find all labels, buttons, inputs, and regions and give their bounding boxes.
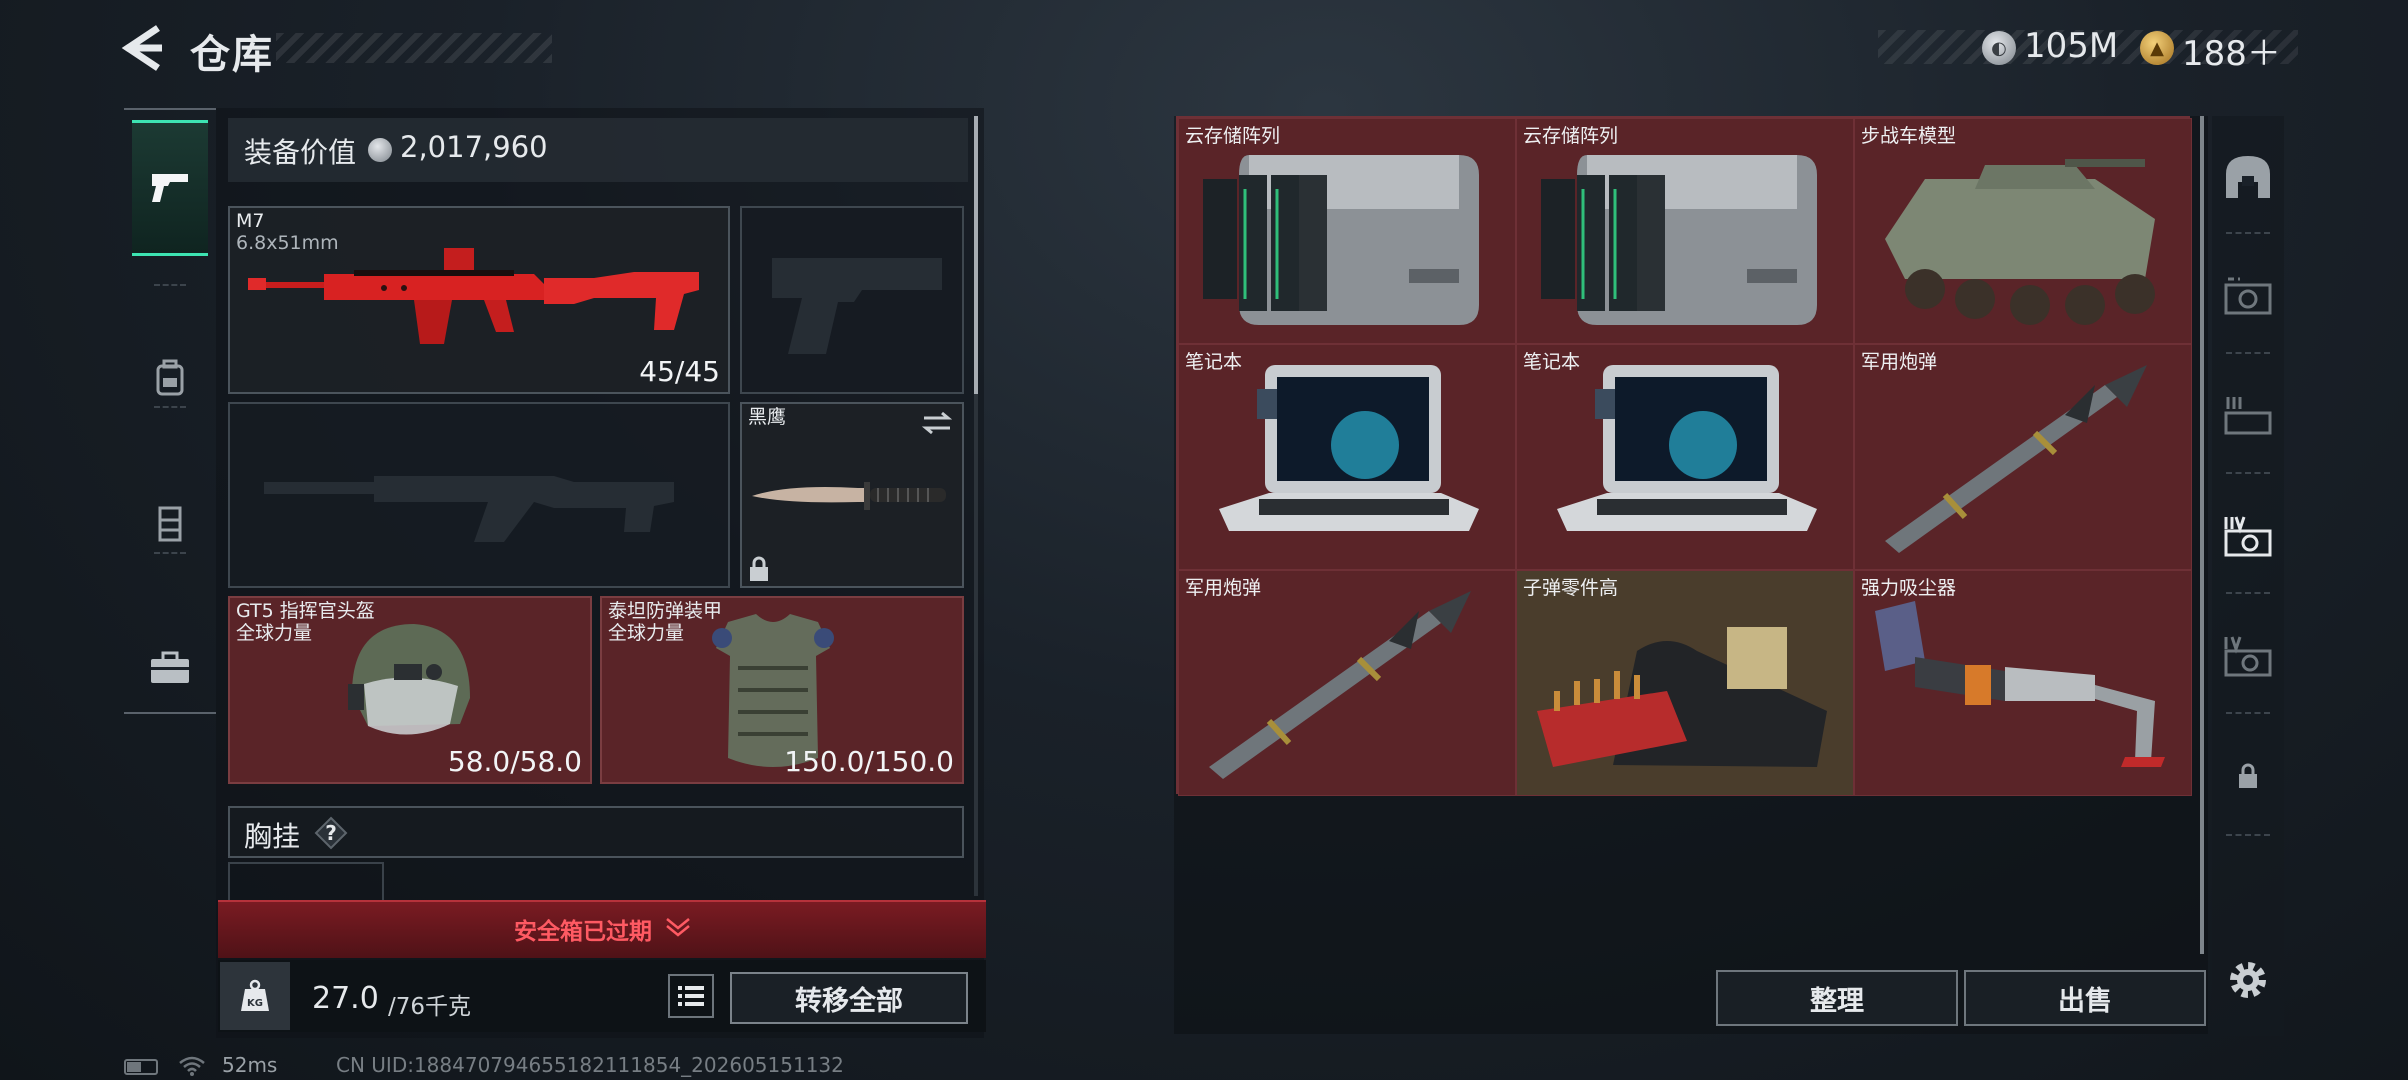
helmet-icon bbox=[348, 624, 470, 735]
storage-item-cloud-array[interactable]: 云存储阵列 bbox=[1178, 118, 1516, 344]
armored-vehicle-icon bbox=[1885, 159, 2155, 325]
silver-coin-icon bbox=[368, 138, 392, 162]
safebox-expired-text: 安全箱已过期 bbox=[514, 919, 652, 945]
armor-slot[interactable]: 泰坦防弹装甲 全球力量 150.0/150.0 bbox=[600, 596, 964, 784]
wifi-icon bbox=[179, 1056, 205, 1076]
missile-icon bbox=[1885, 365, 2147, 553]
lock-icon bbox=[750, 556, 768, 581]
svg-text:?: ? bbox=[325, 821, 337, 845]
weapon-name: M7 bbox=[236, 210, 265, 232]
weight-current: 27.0 bbox=[312, 981, 379, 1016]
tab-chest-rig[interactable] bbox=[132, 456, 208, 592]
pistol-silhouette-icon bbox=[772, 258, 942, 354]
gold-coin-icon: ▲ bbox=[2140, 31, 2174, 65]
laptop-icon bbox=[1219, 365, 1479, 531]
melee-name: 黑鹰 bbox=[748, 406, 787, 428]
swap-icon[interactable] bbox=[920, 410, 954, 436]
sell-button[interactable]: 出售 bbox=[1964, 970, 2206, 1026]
chest-rig-label: 胸挂 bbox=[244, 820, 301, 853]
chevron-down-icon[interactable] bbox=[664, 916, 692, 938]
svg-text:KG: KG bbox=[247, 998, 263, 1009]
title-decoration bbox=[276, 33, 552, 63]
premium-currency-amount[interactable]: 188＋ bbox=[2182, 26, 2281, 75]
storage-tab-locked[interactable] bbox=[2216, 744, 2280, 808]
sidearm-slot-empty[interactable] bbox=[740, 206, 964, 394]
storage-5-icon bbox=[2224, 636, 2272, 677]
tab-backpack[interactable] bbox=[132, 310, 208, 446]
vacuum-cleaner-icon bbox=[1875, 601, 2165, 767]
list-icon bbox=[678, 986, 704, 1006]
equipment-scroll-thumb[interactable] bbox=[974, 116, 978, 394]
server-icon bbox=[1203, 155, 1479, 325]
chest-rig-icon bbox=[158, 506, 182, 542]
briefcase-icon bbox=[151, 651, 189, 683]
storage-item-cloud-array[interactable]: 云存储阵列 bbox=[1516, 118, 1854, 344]
settings-gear-icon[interactable] bbox=[2220, 952, 2276, 1008]
chest-rig-slot[interactable] bbox=[228, 862, 384, 902]
equipment-value: 2,017,960 bbox=[400, 130, 548, 164]
helmet-faction: 全球力量 bbox=[236, 622, 313, 644]
coins-amount: 105M bbox=[2024, 26, 2119, 66]
battery-level bbox=[127, 1062, 141, 1072]
silver-coin-icon: ◐ bbox=[1982, 31, 2016, 65]
storage-item-laptop[interactable]: 笔记本 bbox=[1178, 344, 1516, 570]
storage-item-laptop[interactable]: 笔记本 bbox=[1516, 344, 1854, 570]
secondary-weapon-slot-empty[interactable] bbox=[228, 402, 730, 588]
helmet-durability: 58.0/58.0 bbox=[447, 745, 582, 778]
weight-icon: KG bbox=[220, 962, 290, 1030]
page-title: 仓库 bbox=[190, 32, 274, 78]
backpack-icon bbox=[156, 359, 184, 396]
storage-item-military-shell[interactable]: 军用炮弹 bbox=[1178, 570, 1516, 796]
armor-faction: 全球力量 bbox=[608, 622, 685, 644]
storage-item-military-shell[interactable]: 军用炮弹 bbox=[1854, 344, 2192, 570]
storage-tab-all[interactable] bbox=[2216, 146, 2280, 210]
storage-tabs bbox=[2212, 116, 2284, 1036]
melee-slot[interactable]: 黑鹰 bbox=[740, 402, 964, 588]
storage-item-vacuum[interactable]: 强力吸尘器 bbox=[1854, 570, 2192, 796]
server-icon bbox=[1541, 155, 1817, 325]
network-ping: 52ms bbox=[222, 1053, 278, 1077]
weapon-ammo: 45/45 bbox=[639, 355, 720, 388]
user-uid: CN UID:1884707946551821118​54_2026051511… bbox=[336, 1053, 844, 1077]
tab-briefcase[interactable] bbox=[132, 600, 208, 736]
transfer-all-button[interactable]: 转移全部 bbox=[730, 972, 968, 1024]
armor-name: 泰坦防弹装甲 bbox=[608, 600, 723, 622]
rifle-icon bbox=[248, 248, 699, 344]
help-icon[interactable]: ? bbox=[314, 816, 348, 850]
equipment-category-tabs bbox=[124, 108, 216, 714]
storage-item-ifv-model[interactable]: 步战车模型 bbox=[1854, 118, 2192, 344]
storage-3-icon bbox=[2224, 397, 2272, 435]
storage-grid: 云存储阵列 云存储阵列 步战车模型 笔记本 笔记本 军用炮弹 军用炮弹 子弹零件… bbox=[1176, 116, 2192, 796]
pistol-icon bbox=[152, 174, 188, 202]
storage-all-icon bbox=[2226, 156, 2270, 198]
ammo-crate-icon bbox=[1537, 627, 1827, 767]
laptop-icon bbox=[1557, 365, 1817, 531]
armor-durability: 150.0/150.0 bbox=[784, 745, 954, 778]
storage-4-icon bbox=[2224, 516, 2272, 557]
missile-icon bbox=[1209, 591, 1471, 779]
equipment-value-label: 装备价值 bbox=[244, 136, 357, 169]
storage-2-icon bbox=[2224, 277, 2272, 315]
weight-max: /76千克 bbox=[388, 994, 472, 1020]
back-button[interactable] bbox=[118, 22, 166, 74]
combat-knife-icon bbox=[752, 482, 946, 510]
storage-tab-4[interactable] bbox=[2216, 504, 2280, 568]
storage-tab-3[interactable] bbox=[2216, 384, 2280, 448]
list-view-button[interactable] bbox=[668, 974, 714, 1018]
helmet-slot[interactable]: GT5 指挥官头盔 全球力量 58.0/58.0 bbox=[228, 596, 592, 784]
storage-scrollbar[interactable] bbox=[2200, 116, 2204, 954]
primary-weapon-slot[interactable]: M7 6.8x51mm 45/45 bbox=[228, 206, 730, 394]
rifle-silhouette-icon bbox=[264, 476, 674, 542]
locked-storage-icon bbox=[2239, 763, 2257, 788]
storage-tab-5[interactable] bbox=[2216, 624, 2280, 688]
sort-button[interactable]: 整理 bbox=[1716, 970, 1958, 1026]
storage-tab-2[interactable] bbox=[2216, 264, 2280, 328]
tab-weapons[interactable] bbox=[132, 120, 208, 256]
storage-item-ammo-parts[interactable]: 子弹零件高 bbox=[1516, 570, 1854, 796]
